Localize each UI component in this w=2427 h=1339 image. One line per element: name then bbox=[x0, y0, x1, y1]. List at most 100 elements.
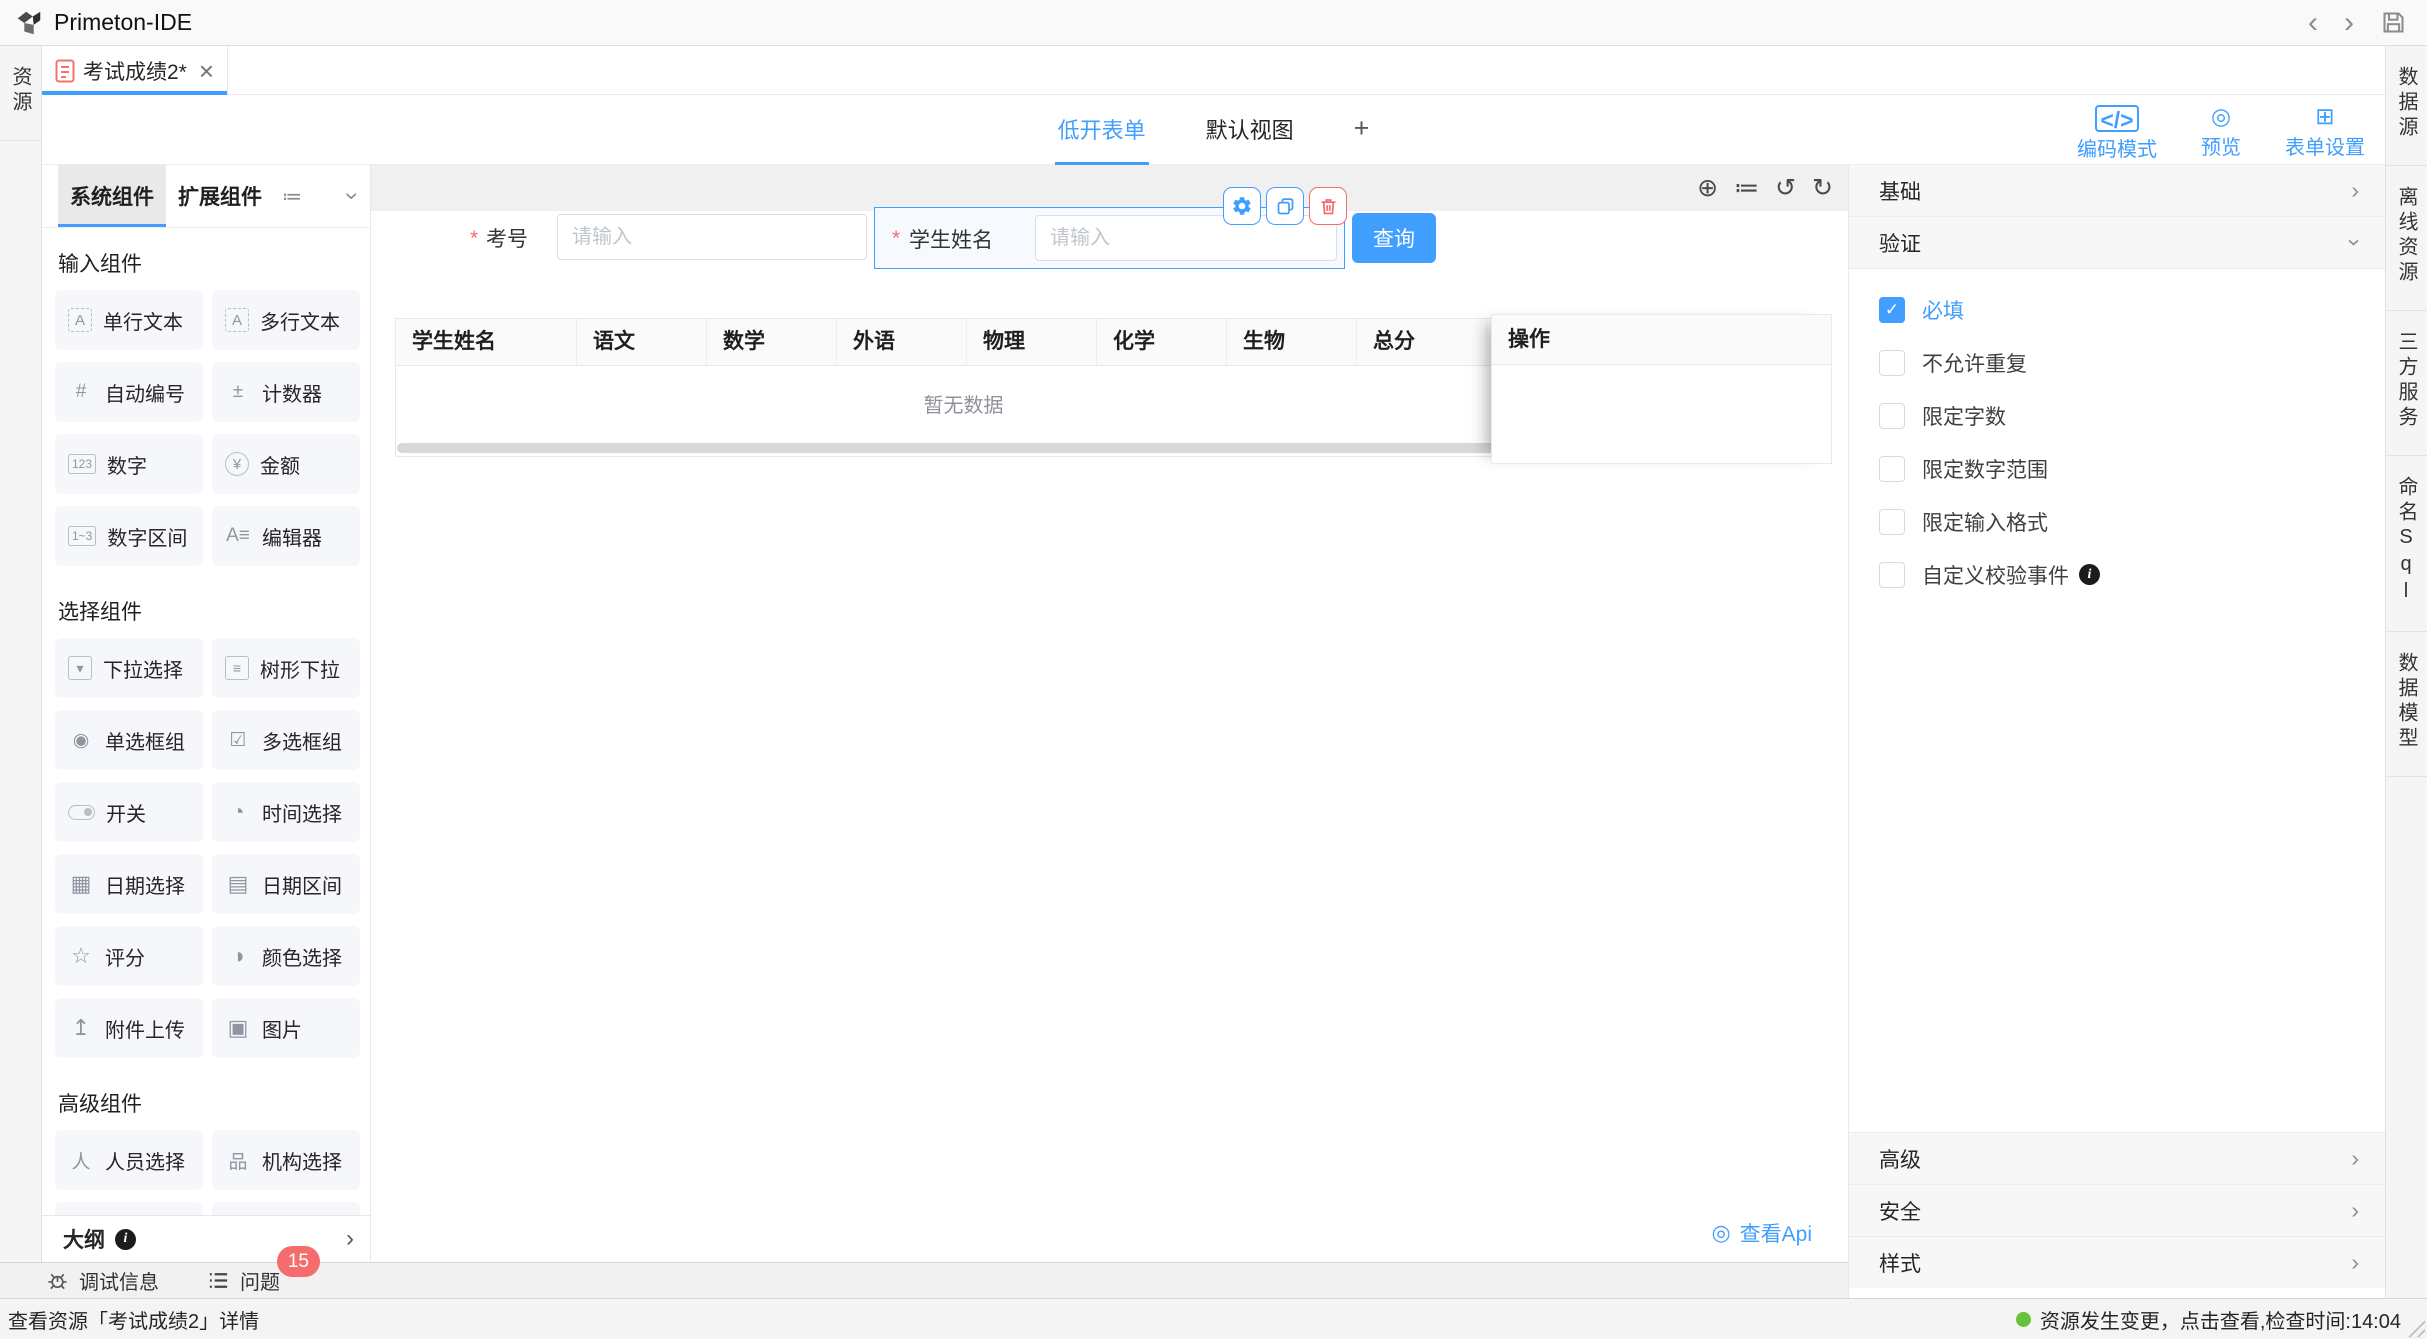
history-forward-icon[interactable]: › bbox=[2344, 8, 2354, 38]
column-header-foreign-language: 外语 bbox=[837, 319, 967, 365]
add-view-button[interactable]: + bbox=[1351, 95, 1373, 165]
rail-item-resources[interactable]: 资源 bbox=[0, 46, 41, 141]
tab-extension-components[interactable]: 扩展组件 bbox=[166, 165, 274, 227]
number-icon: 123 bbox=[68, 454, 96, 474]
tab-system-components[interactable]: 系统组件 bbox=[58, 165, 166, 227]
single-line-text-icon: A bbox=[68, 308, 92, 332]
user-select-icon: 人 bbox=[68, 1147, 94, 1173]
view-tab-default-view[interactable]: 默认视图 bbox=[1203, 95, 1297, 165]
component-item-tree-select[interactable]: ≡树形下拉 bbox=[212, 638, 360, 698]
close-tab-icon[interactable]: × bbox=[199, 61, 214, 81]
section-security[interactable]: 安全 › bbox=[1849, 1184, 2385, 1236]
rail-item-data-source[interactable]: 数据源 bbox=[2386, 46, 2427, 166]
view-api-link[interactable]: ◎ 查看Api bbox=[1711, 1218, 1812, 1248]
exam-number-input[interactable] bbox=[557, 214, 867, 260]
component-item-counter[interactable]: ±计数器 bbox=[212, 362, 360, 422]
column-header-biology: 生物 bbox=[1227, 319, 1357, 365]
view-tab-lowcode-form[interactable]: 低开表单 bbox=[1055, 95, 1149, 165]
component-item-org-select[interactable]: 品机构选择 bbox=[212, 1130, 360, 1190]
table-empty-text: 暂无数据 bbox=[396, 366, 1531, 446]
redo-icon[interactable]: ↻ bbox=[1812, 173, 1833, 203]
option-custom-validation-event[interactable]: 自定义校验事件 i bbox=[1849, 548, 2385, 601]
option-no-duplicates[interactable]: 不允许重复 bbox=[1849, 336, 2385, 389]
component-item-dropdown-select[interactable]: ▾下拉选择 bbox=[55, 638, 203, 698]
problems-button[interactable]: 问题 15 bbox=[207, 1266, 280, 1295]
checkbox-checked-icon[interactable]: ✓ bbox=[1879, 297, 1905, 323]
component-item-user-select[interactable]: 人人员选择 bbox=[55, 1130, 203, 1190]
field-action-buttons bbox=[1223, 187, 1347, 225]
component-item-color-picker[interactable]: ◑颜色选择 bbox=[212, 926, 360, 986]
component-item-multi-line-text[interactable]: A多行文本 bbox=[212, 290, 360, 350]
copy-field-button[interactable] bbox=[1266, 187, 1304, 225]
component-item-switch[interactable]: 开关 bbox=[55, 782, 203, 842]
rail-item-data-model[interactable]: 数据模型 bbox=[2386, 632, 2427, 777]
component-item-rating[interactable]: ☆评分 bbox=[55, 926, 203, 986]
component-item-number[interactable]: 123数字 bbox=[55, 434, 203, 494]
status-left-text[interactable]: 查看资源「考试成绩2」详情 bbox=[8, 1305, 259, 1334]
section-style[interactable]: 样式 › bbox=[1849, 1236, 2385, 1288]
info-icon[interactable]: i bbox=[2079, 564, 2100, 585]
component-item-radio-group[interactable]: ◉单选框组 bbox=[55, 710, 203, 770]
section-title-advanced: 高级组件 bbox=[58, 1088, 362, 1118]
status-bar: 查看资源「考试成绩2」详情 资源发生变更，点击查看,检查时间:14:04 bbox=[0, 1298, 2427, 1339]
option-required[interactable]: ✓ 必填 bbox=[1849, 283, 2385, 336]
doc-tab-exam-scores[interactable]: 考试成绩2* × bbox=[42, 46, 228, 95]
preview-button[interactable]: ◎ 预览 bbox=[2201, 103, 2241, 162]
collapse-panel-chevron-icon[interactable]: › bbox=[348, 182, 356, 210]
component-item-date-range[interactable]: ▤日期区间 bbox=[212, 854, 360, 914]
component-item-time-picker[interactable]: ◔时间选择 bbox=[212, 782, 360, 842]
trash-icon bbox=[1318, 196, 1339, 217]
form-settings-button[interactable]: ⊞ 表单设置 bbox=[2285, 103, 2365, 162]
option-limit-number-range[interactable]: 限定数字范围 bbox=[1849, 442, 2385, 495]
checkbox-icon[interactable] bbox=[1879, 562, 1905, 588]
checkbox-icon[interactable] bbox=[1879, 350, 1905, 376]
outline-expand-chevron-icon[interactable]: › bbox=[346, 1225, 354, 1253]
section-basic[interactable]: 基础 › bbox=[1849, 165, 2385, 217]
file-upload-icon: ↥ bbox=[68, 1015, 94, 1041]
chevron-right-icon: › bbox=[2351, 1145, 2359, 1172]
checkbox-icon[interactable] bbox=[1879, 509, 1905, 535]
delete-field-button[interactable] bbox=[1309, 187, 1347, 225]
section-advanced[interactable]: 高级 › bbox=[1849, 1132, 2385, 1184]
outline-info-icon[interactable]: i bbox=[115, 1229, 136, 1250]
component-item-date-picker[interactable]: ▦日期选择 bbox=[55, 854, 203, 914]
field-settings-button[interactable] bbox=[1223, 187, 1261, 225]
component-item-post-select[interactable]: 8岗位选择 bbox=[55, 1202, 203, 1215]
outline-tree-icon[interactable]: ≔ bbox=[1734, 173, 1759, 203]
component-item-image[interactable]: ▣图片 bbox=[212, 998, 360, 1058]
history-back-icon[interactable]: ‹ bbox=[2308, 8, 2318, 38]
component-list-icon[interactable]: ≔ bbox=[282, 184, 302, 209]
status-right[interactable]: 资源发生变更，点击查看,检查时间:14:04 bbox=[2016, 1305, 2401, 1334]
rail-item-offline-resources[interactable]: 离线资源 bbox=[2386, 166, 2427, 311]
tree-select-icon: ≡ bbox=[225, 656, 249, 680]
component-item-popup-select[interactable]: □弹窗选择 bbox=[212, 1202, 360, 1215]
checkbox-icon[interactable] bbox=[1879, 403, 1905, 429]
component-item-editor[interactable]: A≡编辑器 bbox=[212, 506, 360, 566]
checkbox-icon[interactable] bbox=[1879, 456, 1905, 482]
code-mode-button[interactable]: </> 编码模式 bbox=[2077, 103, 2157, 162]
component-item-number-range[interactable]: 1~3数字区间 bbox=[55, 506, 203, 566]
section-title-select: 选择组件 bbox=[58, 596, 362, 626]
column-header-total: 总分 bbox=[1357, 319, 1487, 365]
resize-grip[interactable] bbox=[2408, 1320, 2425, 1337]
column-header-chemistry: 化学 bbox=[1097, 319, 1227, 365]
component-item-auto-number[interactable]: #自动编号 bbox=[55, 362, 203, 422]
component-item-single-line-text[interactable]: A单行文本 bbox=[55, 290, 203, 350]
component-panel: 系统组件 扩展组件 ≔ › 输入组件 A单行文本 A多行文本 #自动编号 ±计数… bbox=[42, 165, 371, 1215]
debug-info-button[interactable]: 调试信息 bbox=[46, 1266, 159, 1295]
option-limit-length[interactable]: 限定字数 bbox=[1849, 389, 2385, 442]
chevron-right-icon: › bbox=[2351, 1197, 2359, 1224]
section-validation[interactable]: 验证 › bbox=[1849, 217, 2385, 269]
date-range-icon: ▤ bbox=[225, 871, 251, 897]
rail-item-third-party-services[interactable]: 三方服务 bbox=[2386, 311, 2427, 456]
option-limit-input-format[interactable]: 限定输入格式 bbox=[1849, 495, 2385, 548]
component-item-file-upload[interactable]: ↥附件上传 bbox=[55, 998, 203, 1058]
query-button[interactable]: 查询 bbox=[1352, 213, 1436, 263]
undo-icon[interactable]: ↺ bbox=[1775, 173, 1796, 203]
component-item-amount[interactable]: ¥金额 bbox=[212, 434, 360, 494]
component-item-checkbox-group[interactable]: ☑多选框组 bbox=[212, 710, 360, 770]
rail-item-named-sql[interactable]: 命名Sql bbox=[2386, 456, 2427, 632]
outline-bar[interactable]: 大纲 i › bbox=[42, 1215, 371, 1262]
save-icon[interactable] bbox=[2380, 9, 2407, 36]
i18n-globe-icon[interactable]: ⊕ bbox=[1697, 173, 1718, 203]
